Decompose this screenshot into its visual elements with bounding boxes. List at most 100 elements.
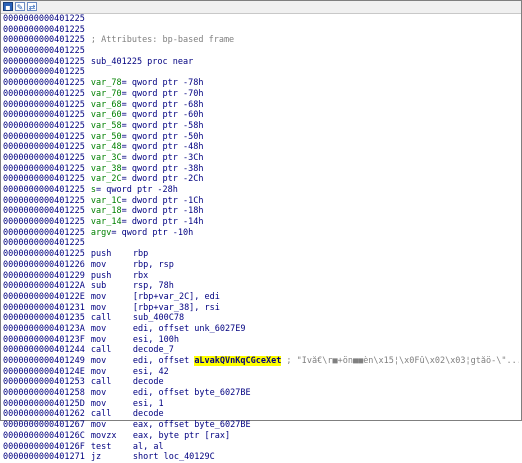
listing-line[interactable]: 000000000040122E mov [rbp+var_2C], edi <box>3 292 519 303</box>
mnemonic[interactable]: call <box>91 345 133 356</box>
listing-line[interactable]: 0000000000401225 var_50= qword ptr -50h <box>3 132 519 143</box>
listing-line[interactable]: 0000000000401225 <box>3 238 519 249</box>
listing-line[interactable]: 0000000000401225 <box>3 46 519 57</box>
stack-variable[interactable]: var_58 <box>91 121 122 131</box>
listing-line[interactable]: 0000000000401225 var_60= qword ptr -60h <box>3 110 519 121</box>
stack-variable[interactable]: var_3C <box>91 153 122 163</box>
mnemonic[interactable]: mov <box>91 260 133 271</box>
listing-line[interactable]: 0000000000401225 var_58= qword ptr -58h <box>3 121 519 132</box>
address[interactable]: 000000000040122A <box>3 281 85 291</box>
stack-variable[interactable]: var_78 <box>91 78 122 88</box>
listing-line[interactable]: 000000000040122A sub rsp, 78h <box>3 281 519 292</box>
address[interactable]: 0000000000401225 <box>3 25 85 35</box>
stack-variable[interactable]: var_60 <box>91 110 122 120</box>
listing-line[interactable]: 0000000000401225 var_70= qword ptr -70h <box>3 89 519 100</box>
address[interactable]: 0000000000401225 <box>3 100 85 110</box>
address[interactable]: 0000000000401225 <box>3 110 85 120</box>
listing-line[interactable]: 0000000000401225 <box>3 67 519 78</box>
address[interactable]: 000000000040126C <box>3 431 85 441</box>
mnemonic[interactable]: movzx <box>91 431 133 442</box>
operands[interactable]: esi, 42 <box>133 367 169 377</box>
listing-line[interactable]: 0000000000401229 push rbx <box>3 271 519 282</box>
address[interactable]: 0000000000401262 <box>3 409 85 419</box>
address[interactable]: 0000000000401225 <box>3 217 85 227</box>
address[interactable]: 0000000000401225 <box>3 46 85 56</box>
address[interactable]: 000000000040122E <box>3 292 85 302</box>
mnemonic[interactable]: mov <box>91 356 133 367</box>
listing-line[interactable]: 0000000000401225 var_1C= dword ptr -1Ch <box>3 196 519 207</box>
listing-line[interactable]: 0000000000401249 mov edi, offset aLvakQVnK… <box>3 356 519 367</box>
operands[interactable]: edi, offset unk_6027E9 <box>133 324 246 334</box>
listing-line[interactable]: 0000000000401225 <box>3 14 519 25</box>
listing-line[interactable]: 0000000000401225 argv= qword ptr -10h <box>3 228 519 239</box>
operands[interactable]: short loc_40129C <box>133 452 215 462</box>
mnemonic[interactable]: mov <box>91 399 133 410</box>
mnemonic[interactable]: mov <box>91 367 133 378</box>
operands[interactable]: [rbp+var_2C], edi <box>133 292 220 302</box>
listing-line[interactable]: 0000000000401262 call decode <box>3 409 519 420</box>
listing-line[interactable]: 000000000040126C movzx eax, byte ptr [rax] <box>3 431 519 442</box>
address[interactable]: 0000000000401229 <box>3 271 85 281</box>
stack-variable[interactable]: var_70 <box>91 89 122 99</box>
address[interactable]: 0000000000401235 <box>3 313 85 323</box>
stack-variable[interactable]: var_48 <box>91 142 122 152</box>
listing-line[interactable]: 0000000000401267 mov eax, offset byte_6027… <box>3 420 519 431</box>
address[interactable]: 0000000000401225 <box>3 174 85 184</box>
listing-line[interactable]: 0000000000401225 var_3C= dword ptr -3Ch <box>3 153 519 164</box>
listing-line[interactable]: 0000000000401258 mov edi, offset byte_6027… <box>3 388 519 399</box>
stack-variable[interactable]: var_14 <box>91 217 122 227</box>
address[interactable]: 0000000000401231 <box>3 303 85 313</box>
stack-variable[interactable]: argv <box>91 228 111 238</box>
listing-line[interactable]: 0000000000401235 call sub_400C78 <box>3 313 519 324</box>
address[interactable]: 0000000000401225 <box>3 142 85 152</box>
address[interactable]: 0000000000401249 <box>3 356 85 366</box>
listing-line[interactable]: 0000000000401271 jz short loc_40129C <box>3 452 519 463</box>
address[interactable]: 0000000000401225 <box>3 121 85 131</box>
edit-icon[interactable]: ✎ <box>15 2 25 12</box>
address[interactable]: 0000000000401225 <box>3 132 85 142</box>
address[interactable]: 000000000040124E <box>3 367 85 377</box>
mnemonic[interactable]: mov <box>91 335 133 346</box>
operands[interactable]: decode <box>133 377 164 387</box>
listing-line[interactable]: 000000000040125D mov esi, 1 <box>3 399 519 410</box>
operands[interactable]: rbp, rsp <box>133 260 174 270</box>
address[interactable]: 000000000040123A <box>3 324 85 334</box>
mnemonic[interactable]: mov <box>91 324 133 335</box>
address[interactable]: 0000000000401253 <box>3 377 85 387</box>
operands[interactable]: edi, offset byte_6027BE <box>133 388 251 398</box>
listing-line[interactable]: 0000000000401225 var_68= qword ptr -68h <box>3 100 519 111</box>
operands[interactable]: decode <box>133 409 164 419</box>
listing-line[interactable]: 0000000000401225 push rbp <box>3 249 519 260</box>
listing-line[interactable]: 0000000000401225 <box>3 25 519 36</box>
address[interactable]: 000000000040126F <box>3 442 85 452</box>
listing-line[interactable]: 0000000000401225 s= qword ptr -28h <box>3 185 519 196</box>
listing-line[interactable]: 0000000000401225 var_18= dword ptr -18h <box>3 206 519 217</box>
highlighted-symbol[interactable]: aLvakQVnKqCGceXet <box>194 356 282 366</box>
listing-line[interactable]: 0000000000401225 var_78= qword ptr -78h <box>3 78 519 89</box>
operands[interactable]: rbp <box>133 249 148 259</box>
mnemonic[interactable]: mov <box>91 420 133 431</box>
mnemonic[interactable]: sub <box>91 281 133 292</box>
mnemonic[interactable]: call <box>91 409 133 420</box>
address[interactable]: 0000000000401258 <box>3 388 85 398</box>
address[interactable]: 0000000000401225 <box>3 228 85 238</box>
listing-line[interactable]: 000000000040124E mov esi, 42 <box>3 367 519 378</box>
address[interactable]: 0000000000401225 <box>3 196 85 206</box>
graph-view-icon[interactable]: ▪ <box>3 2 13 12</box>
address[interactable]: 000000000040123F <box>3 335 85 345</box>
mnemonic[interactable]: mov <box>91 292 133 303</box>
stack-variable[interactable]: var_50 <box>91 132 122 142</box>
operands[interactable]: decode_7 <box>133 345 174 355</box>
address[interactable]: 0000000000401225 <box>3 249 85 259</box>
address[interactable]: 000000000040125D <box>3 399 85 409</box>
listing-line[interactable]: 0000000000401225 var_38= qword ptr -38h <box>3 164 519 175</box>
synchronize-icon[interactable]: ⇄ <box>27 2 37 12</box>
mnemonic[interactable]: jz <box>91 452 133 463</box>
stack-variable[interactable]: var_1C <box>91 196 122 206</box>
listing-line[interactable]: 0000000000401253 call decode <box>3 377 519 388</box>
operands[interactable]: rbx <box>133 271 148 281</box>
address[interactable]: 0000000000401226 <box>3 260 85 270</box>
operands[interactable]: eax, byte ptr [rax] <box>133 431 230 441</box>
address[interactable]: 0000000000401225 <box>3 78 85 88</box>
address[interactable]: 0000000000401225 <box>3 67 85 77</box>
